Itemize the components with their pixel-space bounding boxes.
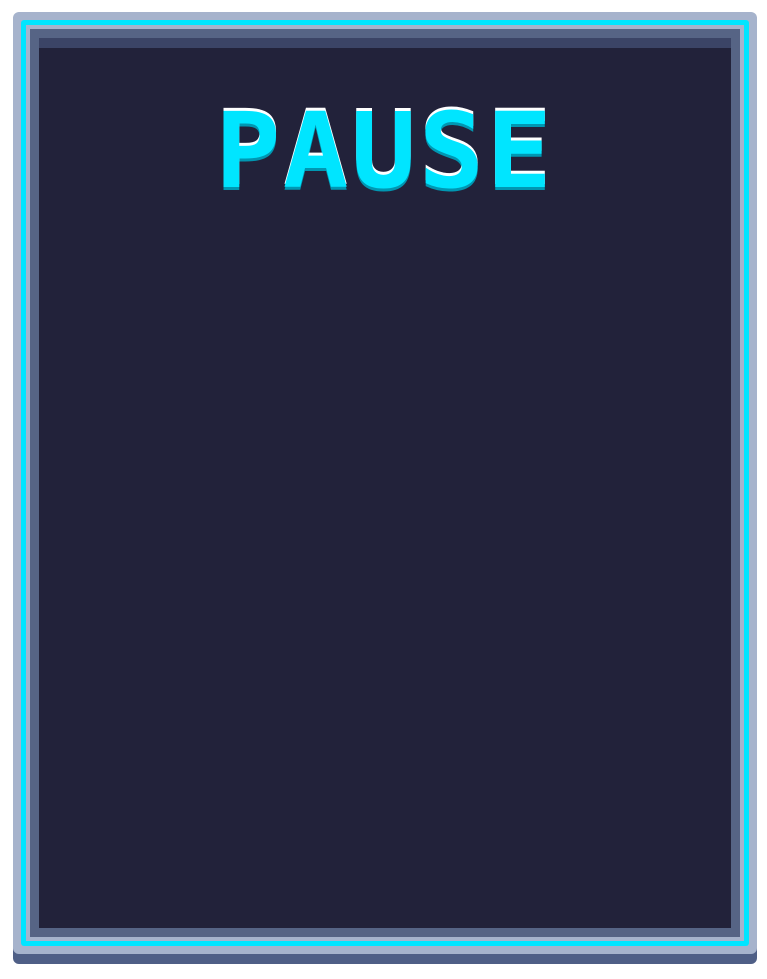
pause-panel-top-band (39, 38, 731, 48)
pause-title-container: PAUSE (39, 90, 731, 212)
pause-title: PAUSE (215, 90, 555, 212)
pause-panel: PAUSE (39, 38, 731, 928)
